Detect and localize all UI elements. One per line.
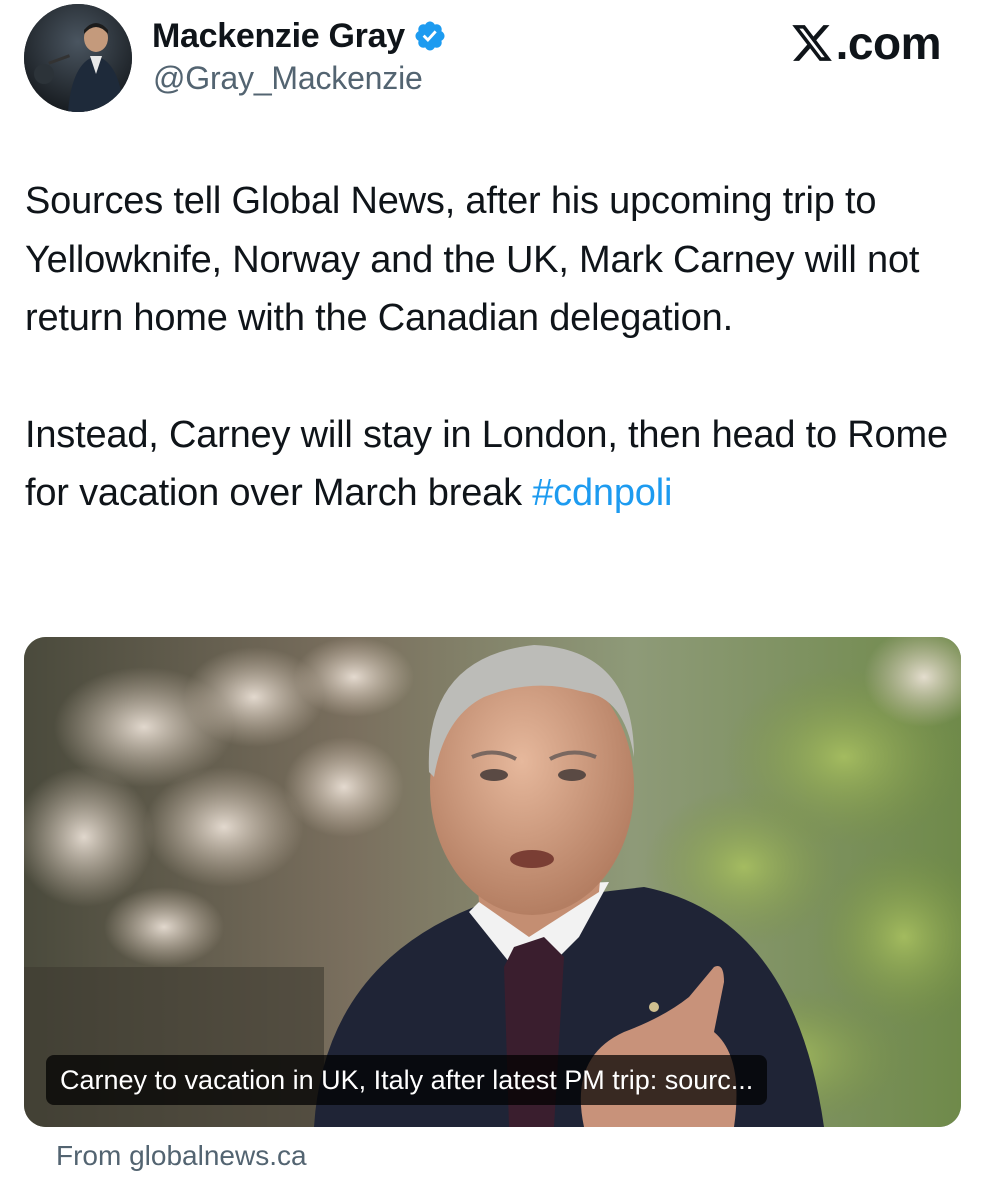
tweet-paragraph: Sources tell Global News, after his upco… xyxy=(25,180,920,339)
author-name[interactable]: Mackenzie Gray xyxy=(152,17,405,56)
hashtag-link[interactable]: #cdnpoli xyxy=(532,472,672,514)
link-card[interactable]: Carney to vacation in UK, Italy after la… xyxy=(24,637,961,1127)
verified-badge-icon xyxy=(415,21,445,51)
author-handle[interactable]: @Gray_Mackenzie xyxy=(153,60,423,97)
card-image xyxy=(24,637,961,1127)
link-card-source[interactable]: From globalnews.ca xyxy=(56,1140,307,1172)
author-name-row[interactable]: Mackenzie Gray xyxy=(152,14,447,58)
tweet-paragraph: Instead, Carney will stay in London, the… xyxy=(25,406,960,523)
brand-text: .com xyxy=(835,17,942,69)
x-logo-icon xyxy=(791,25,832,61)
avatar-image xyxy=(24,4,132,112)
tweet-text: Sources tell Global News, after his upco… xyxy=(25,172,960,523)
tweet-paragraph-text: Instead, Carney will stay in London, the… xyxy=(25,413,948,515)
avatar[interactable] xyxy=(24,4,132,112)
link-card-title[interactable]: Carney to vacation in UK, Italy after la… xyxy=(46,1055,768,1105)
brand-logo: .com xyxy=(790,17,942,69)
